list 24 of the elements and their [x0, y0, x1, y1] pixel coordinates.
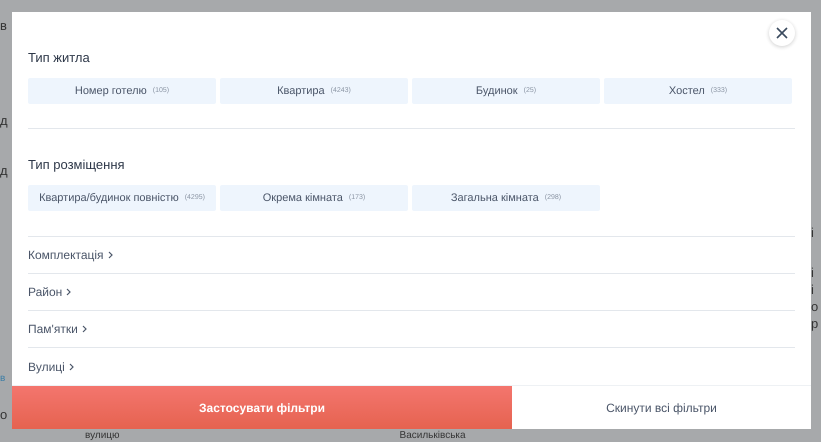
chevron-right-icon	[66, 288, 72, 296]
chevron-right-icon	[82, 325, 87, 333]
page-text: в	[0, 17, 8, 35]
page-text: і	[811, 224, 815, 241]
expand-row[interactable]: Комплектація	[28, 237, 795, 274]
page-text: д	[0, 162, 9, 180]
close-button[interactable]	[769, 20, 795, 46]
expand-row[interactable]: Вулиці	[28, 348, 795, 385]
page-text: вулицю	[85, 430, 120, 442]
page-text: в	[0, 372, 6, 386]
page-text: і	[811, 264, 815, 281]
section-title: Тип житла	[28, 50, 91, 66]
chevron-right-icon	[108, 251, 113, 259]
close-icon	[776, 27, 788, 39]
page-text: р	[811, 315, 820, 332]
page-text: Васильківська	[400, 430, 466, 442]
page-text: д	[0, 112, 9, 130]
page-text: о	[0, 406, 8, 424]
page-text: і	[811, 281, 815, 298]
chevron-right-icon	[68, 362, 74, 370]
section-title: Тип розміщення	[28, 157, 126, 173]
expand-row[interactable]: Район	[28, 274, 795, 311]
expand-row[interactable]: Пам'ятки	[28, 311, 795, 348]
page-text: о	[811, 298, 820, 315]
